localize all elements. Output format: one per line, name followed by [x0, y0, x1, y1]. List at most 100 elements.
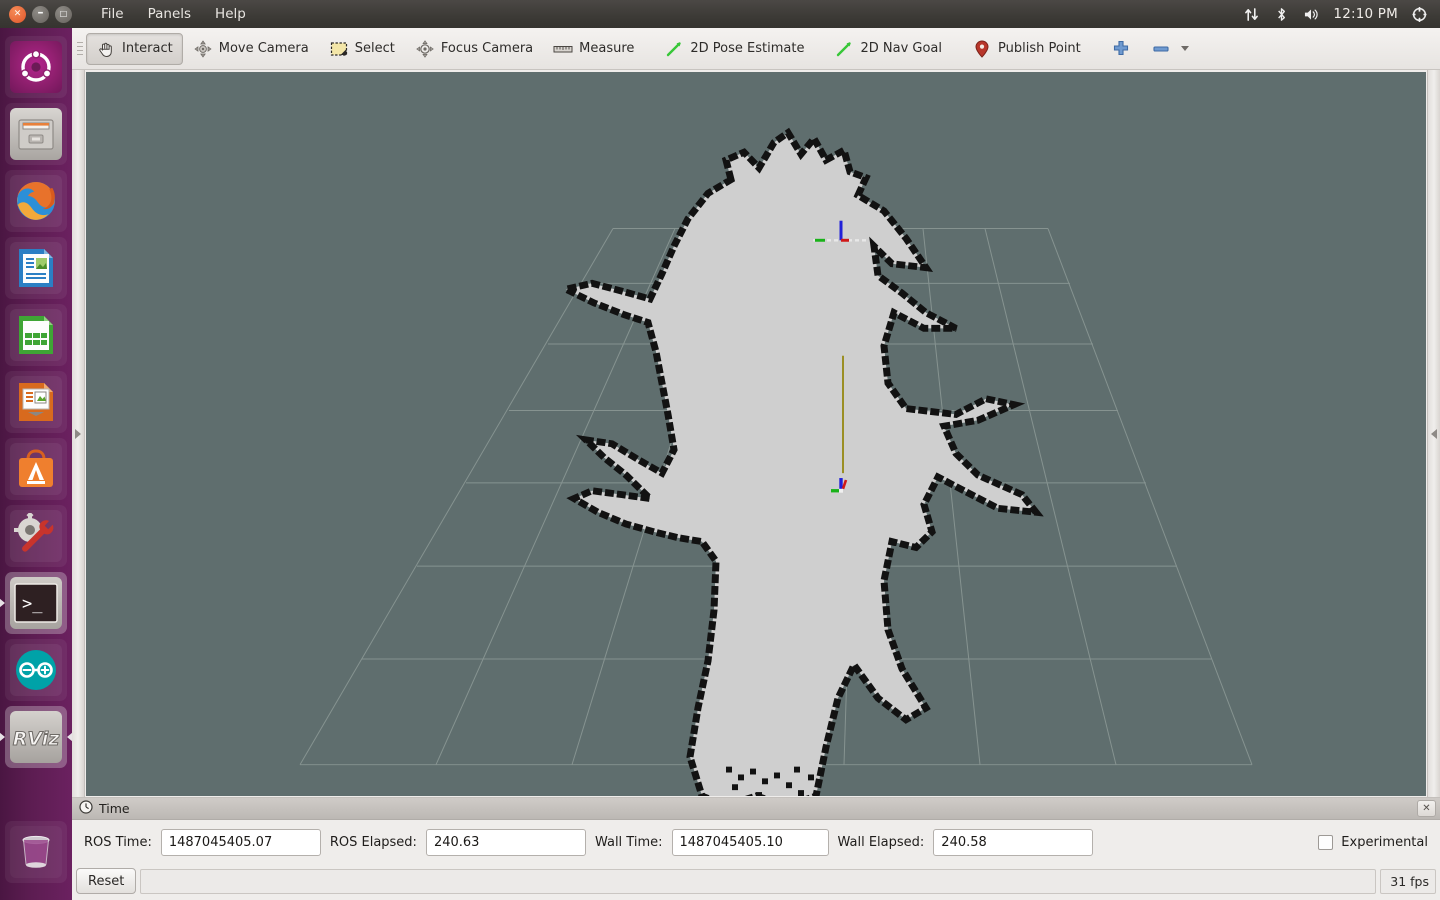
tool-move-camera-label: Move Camera — [218, 41, 309, 56]
menu-panels[interactable]: Panels — [137, 3, 202, 25]
tool-interact-label: Interact — [122, 41, 173, 56]
system-settings-icon — [14, 513, 54, 552]
tool-publish-point[interactable]: Publish Point — [962, 33, 1091, 65]
arduino-icon — [16, 650, 56, 690]
3d-scene — [86, 72, 1426, 796]
ubuntu-dash-icon — [20, 49, 52, 82]
chevron-down-icon[interactable] — [1180, 46, 1189, 51]
unity-top-panel: ✕ – □ File Panels Help 12:10 PM — [0, 0, 1440, 28]
window-close-button[interactable]: ✕ — [9, 5, 26, 23]
rviz-toolbar: Interact Move Camera Select Focus Camera… — [72, 28, 1440, 70]
window-maximize-button[interactable]: □ — [55, 5, 72, 23]
move-camera-icon — [193, 39, 213, 59]
minimize-icon: – — [37, 5, 44, 19]
render-panel-wrap — [85, 70, 1427, 797]
tool-2d-pose-estimate[interactable]: 2D Pose Estimate — [654, 33, 814, 65]
launcher-item-ubuntu-software[interactable] — [5, 438, 67, 500]
tool-2d-nav-goal[interactable]: 2D Nav Goal — [824, 33, 952, 65]
rviz-view-row — [72, 70, 1440, 797]
rviz-desktop: ✕ – □ File Panels Help 12:10 PM >_ RViz … — [0, 0, 1440, 900]
launcher-item-libreoffice-calc[interactable] — [5, 304, 67, 366]
launcher-trash-wrap — [0, 819, 72, 888]
menu-file[interactable]: File — [90, 3, 135, 25]
right-panel-splitter[interactable] — [1427, 70, 1440, 797]
ruler-icon — [553, 39, 573, 59]
minus-icon — [1151, 39, 1171, 59]
time-panel-body: ROS Time: 1487045405.07 ROS Elapsed: 240… — [72, 820, 1440, 864]
firefox-icon — [17, 182, 55, 220]
remove-tool-button[interactable] — [1141, 33, 1199, 65]
experimental-checkbox-group[interactable]: Experimental — [1318, 834, 1428, 850]
select-rectangle-icon — [329, 39, 349, 59]
left-panel-splitter[interactable] — [72, 70, 85, 797]
experimental-checkbox[interactable] — [1318, 834, 1334, 850]
trash-icon — [22, 835, 50, 868]
tool-focus-camera-label: Focus Camera — [440, 41, 534, 56]
window-minimize-button[interactable]: – — [32, 5, 49, 23]
tool-measure[interactable]: Measure — [543, 33, 644, 65]
launcher-item-rviz[interactable]: RViz — [0, 706, 72, 768]
tool-interact[interactable]: Interact — [86, 32, 183, 65]
launcher-item-trash[interactable] — [5, 821, 67, 883]
window-controls: ✕ – □ — [0, 5, 72, 23]
network-updown-icon[interactable] — [1243, 6, 1260, 23]
tool-move-camera[interactable]: Move Camera — [183, 33, 319, 65]
libreoffice-calc-icon — [19, 316, 53, 354]
launcher-item-arduino[interactable] — [5, 639, 67, 701]
time-panel-header[interactable]: Time ✕ — [72, 798, 1440, 820]
ros-elapsed-label: ROS Elapsed: — [329, 834, 417, 850]
svg-text:>_: >_ — [22, 594, 43, 614]
map-pin-icon — [972, 39, 992, 59]
status-message-field — [140, 868, 1376, 894]
plus-icon — [1111, 39, 1131, 59]
experimental-label: Experimental — [1341, 834, 1428, 850]
libreoffice-impress-icon — [19, 383, 53, 421]
time-panel-close-button[interactable]: ✕ — [1417, 800, 1436, 817]
tool-publish-point-label: Publish Point — [998, 41, 1081, 56]
ros-elapsed-input[interactable]: 240.63 — [425, 828, 586, 856]
launcher-item-libreoffice-writer[interactable] — [5, 237, 67, 299]
ros-time-label: ROS Time: — [84, 834, 152, 850]
close-icon: ✕ — [13, 8, 22, 19]
tool-focus-camera[interactable]: Focus Camera — [405, 33, 543, 65]
bluetooth-icon[interactable] — [1273, 6, 1290, 23]
focus-camera-icon — [415, 39, 435, 59]
time-panel: Time ✕ ROS Time: 1487045405.07 ROS Elaps… — [72, 797, 1440, 864]
tool-2d-nav-goal-label: 2D Nav Goal — [860, 41, 943, 56]
launcher-item-files[interactable] — [5, 103, 67, 165]
system-gear-icon[interactable] — [1411, 6, 1428, 23]
tool-select[interactable]: Select — [319, 33, 405, 65]
wall-time-input[interactable]: 1487045405.10 — [671, 828, 829, 856]
reset-button[interactable]: Reset — [76, 868, 137, 894]
clock-icon — [79, 799, 93, 818]
wall-elapsed-input[interactable]: 240.58 — [933, 828, 1094, 856]
menu-help[interactable]: Help — [204, 3, 257, 25]
ros-time-input[interactable]: 1487045405.07 — [160, 828, 321, 856]
svg-text:RViz: RViz — [13, 728, 61, 750]
volume-icon[interactable] — [1303, 6, 1320, 23]
system-tray: 12:10 PM — [1243, 6, 1440, 23]
ubuntu-software-icon — [19, 449, 53, 487]
add-tool-button[interactable] — [1101, 33, 1141, 65]
chevron-right-icon — [75, 428, 81, 439]
launcher-item-libreoffice-impress[interactable] — [5, 371, 67, 433]
tool-select-label: Select — [354, 41, 395, 56]
launcher-arrow-left-icon — [0, 732, 5, 742]
launcher-item-ubuntu-dash[interactable] — [5, 36, 67, 98]
menu-bar: File Panels Help — [90, 3, 257, 25]
tool-measure-label: Measure — [579, 41, 635, 56]
toolbar-drag-handle[interactable] — [76, 36, 84, 62]
time-panel-title: Time — [99, 801, 130, 816]
render-panel-3d-view[interactable] — [86, 72, 1426, 796]
maximize-icon: □ — [59, 9, 68, 18]
clock-label[interactable]: 12:10 PM — [1333, 6, 1398, 22]
green-arrow-icon — [834, 39, 854, 59]
fps-indicator: 31 fps — [1380, 868, 1436, 894]
wall-time-label: Wall Time: — [594, 834, 663, 850]
launcher-item-firefox[interactable] — [5, 170, 67, 232]
tool-2d-pose-estimate-label: 2D Pose Estimate — [690, 41, 805, 56]
launcher-item-terminal[interactable]: >_ — [0, 572, 67, 634]
hand-cursor-icon — [96, 39, 116, 59]
launcher-item-system-settings[interactable] — [5, 505, 67, 567]
wall-elapsed-label: Wall Elapsed: — [837, 834, 925, 850]
